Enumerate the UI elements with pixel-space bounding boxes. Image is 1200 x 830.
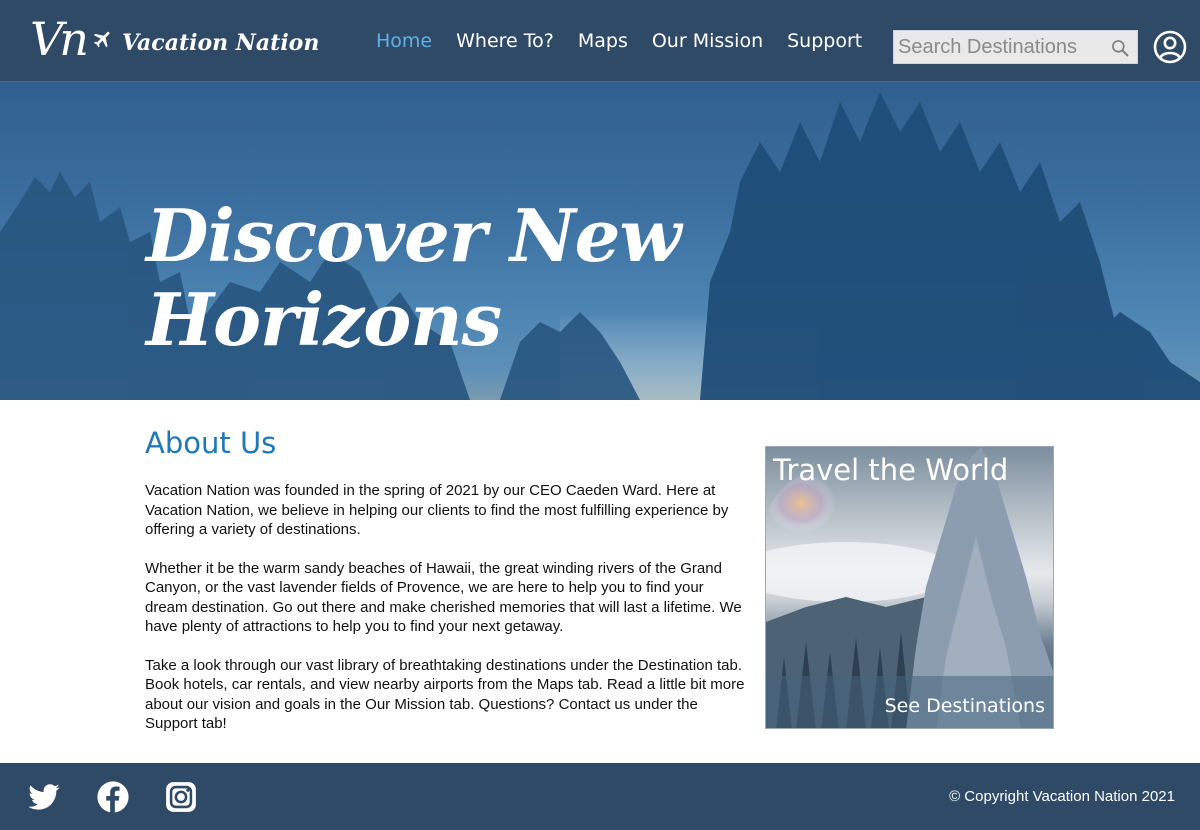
- instagram-icon[interactable]: [164, 780, 198, 814]
- nav-our-mission[interactable]: Our Mission: [652, 30, 763, 52]
- travel-promo-card[interactable]: Travel the World See Destinations: [765, 446, 1054, 729]
- about-heading: About Us: [145, 426, 277, 460]
- nav-support[interactable]: Support: [787, 30, 862, 52]
- airplane-icon: [93, 31, 110, 48]
- hero-title-line1: Discover New: [146, 193, 681, 278]
- brand-name: Vacation Nation: [122, 30, 320, 56]
- copyright-text: © Copyright Vacation Nation 2021: [949, 788, 1175, 805]
- promo-title: Travel the World: [773, 453, 1009, 487]
- about-paragraph-2: Whether it be the warm sandy beaches of …: [145, 559, 742, 636]
- brand-monogram: Vn: [30, 10, 118, 72]
- nav-home[interactable]: Home: [376, 30, 432, 52]
- search-box: [893, 30, 1138, 64]
- footer: © Copyright Vacation Nation 2021: [0, 763, 1200, 830]
- about-body: Vacation Nation was founded in the sprin…: [145, 481, 750, 753]
- twitter-icon[interactable]: [27, 780, 61, 814]
- hero-banner: Discover New Horizons: [0, 82, 1200, 400]
- hero-title: Discover New Horizons: [146, 193, 681, 362]
- about-paragraph-3: Take a look through our vast library of …: [145, 656, 745, 733]
- brand-monogram-text: Vn: [30, 12, 89, 66]
- nav-where-to[interactable]: Where To?: [456, 30, 554, 52]
- hero-title-line2: Horizons: [146, 277, 502, 362]
- user-account-icon[interactable]: [1153, 30, 1187, 64]
- top-navigation-bar: Vn Vacation Nation Home Where To? Maps O…: [0, 0, 1200, 82]
- nav-maps[interactable]: Maps: [578, 30, 628, 52]
- facebook-icon[interactable]: [96, 780, 130, 814]
- main-nav: Home Where To? Maps Our Mission Support: [364, 0, 874, 82]
- see-destinations-link[interactable]: See Destinations: [885, 695, 1045, 717]
- search-icon[interactable]: [1110, 38, 1130, 58]
- search-input[interactable]: [894, 31, 1104, 63]
- about-paragraph-1: Vacation Nation was founded in the sprin…: [145, 482, 729, 538]
- brand-logo[interactable]: Vn Vacation Nation: [30, 8, 319, 74]
